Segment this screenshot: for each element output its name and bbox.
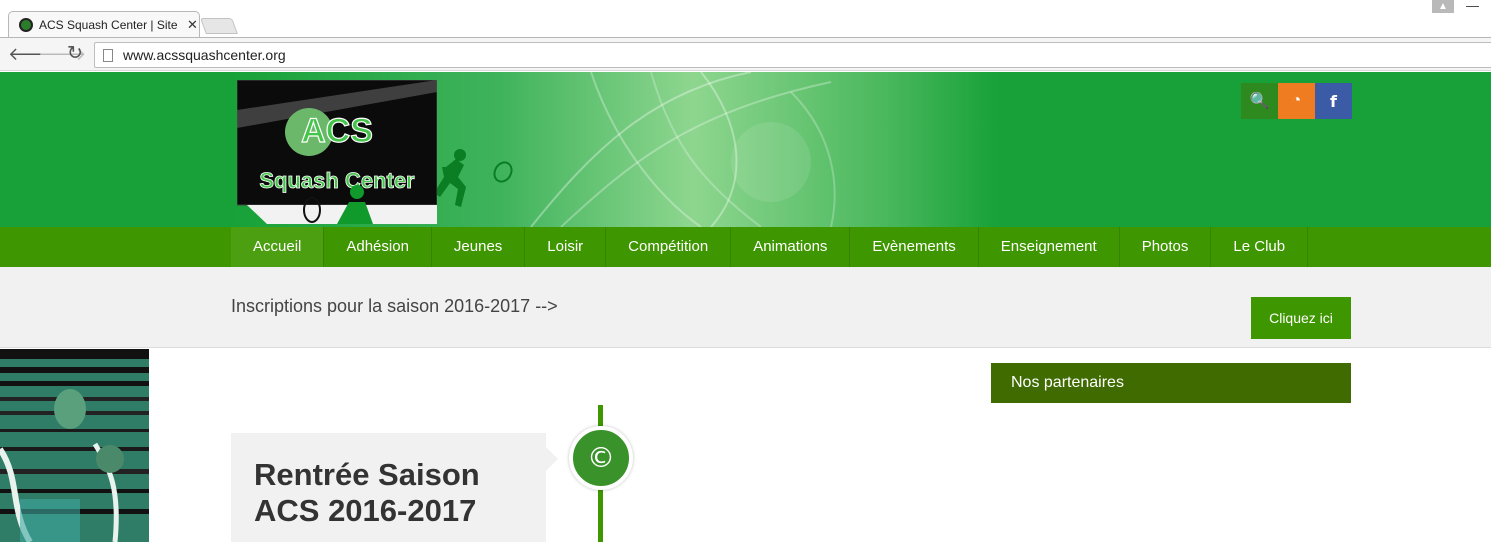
minimize-icon[interactable]: — (1466, 0, 1479, 12)
nav-item-evenements[interactable]: Evènements (850, 227, 979, 267)
browser-tab[interactable]: ACS Squash Center | Site c ✕ (8, 11, 200, 37)
rss-icon[interactable]: ◔ (1278, 83, 1315, 119)
new-tab-button[interactable] (200, 18, 238, 34)
registration-notice: Inscriptions pour la saison 2016-2017 --… (0, 267, 1491, 348)
browser-tab-bar: ACS Squash Center | Site c ✕ ▲ — (0, 0, 1491, 37)
nav-item-accueil[interactable]: Accueil (231, 227, 325, 267)
click-here-button[interactable]: Cliquez ici (1251, 297, 1351, 339)
nav-item-le-club[interactable]: Le Club (1211, 227, 1309, 267)
address-bar[interactable]: www.acssquashcenter.org (94, 42, 1491, 68)
nav-item-enseignement[interactable]: Enseignement (979, 227, 1120, 267)
nav-item-photos[interactable]: Photos (1120, 227, 1212, 267)
post-title[interactable]: Rentrée Saison ACS 2016-2017 (254, 457, 546, 529)
post-card[interactable]: Rentrée Saison ACS 2016-2017 (231, 433, 558, 542)
nav-item-loisir[interactable]: Loisir (525, 227, 607, 267)
page-icon (103, 48, 113, 62)
nav-item-competition[interactable]: Compétition (606, 227, 732, 267)
nav-item-jeunes[interactable]: Jeunes (432, 227, 526, 267)
acs-logo[interactable]: ACS Squash Center (237, 80, 437, 224)
web-page: ACS Squash Center 🔍 ◔ f Accueil Adhésion J… (0, 72, 1491, 542)
social-buttons: 🔍 ◔ f (1241, 83, 1352, 119)
address-url: www.acssquashcenter.org (123, 47, 286, 63)
tab-title: ACS Squash Center | Site c (39, 17, 179, 32)
nav-item-adhesion[interactable]: Adhésion (324, 227, 432, 267)
browser-toolbar: 🡐 🡒 ↻ www.acssquashcenter.org (0, 37, 1491, 71)
reload-icon[interactable]: ↻ (67, 44, 83, 64)
nav-item-animations[interactable]: Animations (731, 227, 851, 267)
site-favicon-icon (19, 17, 33, 32)
side-photo (0, 349, 149, 542)
partners-heading: Nos partenaires (991, 363, 1351, 403)
search-icon[interactable]: 🔍 (1241, 83, 1278, 119)
copyright-badge-icon: © (569, 426, 633, 490)
logo-line1: ACS (301, 112, 373, 150)
notice-text: Inscriptions pour la saison 2016-2017 --… (231, 296, 558, 316)
main-navigation: Accueil Adhésion Jeunes Loisir Compétition An… (0, 227, 1491, 267)
side-photo-graphic (0, 349, 149, 542)
facebook-icon[interactable]: f (1315, 83, 1352, 119)
tab-close-icon[interactable]: ✕ (187, 17, 198, 33)
profile-icon[interactable]: ▲ (1432, 0, 1454, 13)
site-header: ACS Squash Center 🔍 ◔ f (0, 72, 1491, 227)
logo-line2: Squash Center (259, 168, 415, 193)
nav-menu: Accueil Adhésion Jeunes Loisir Compétition An… (231, 227, 1309, 267)
